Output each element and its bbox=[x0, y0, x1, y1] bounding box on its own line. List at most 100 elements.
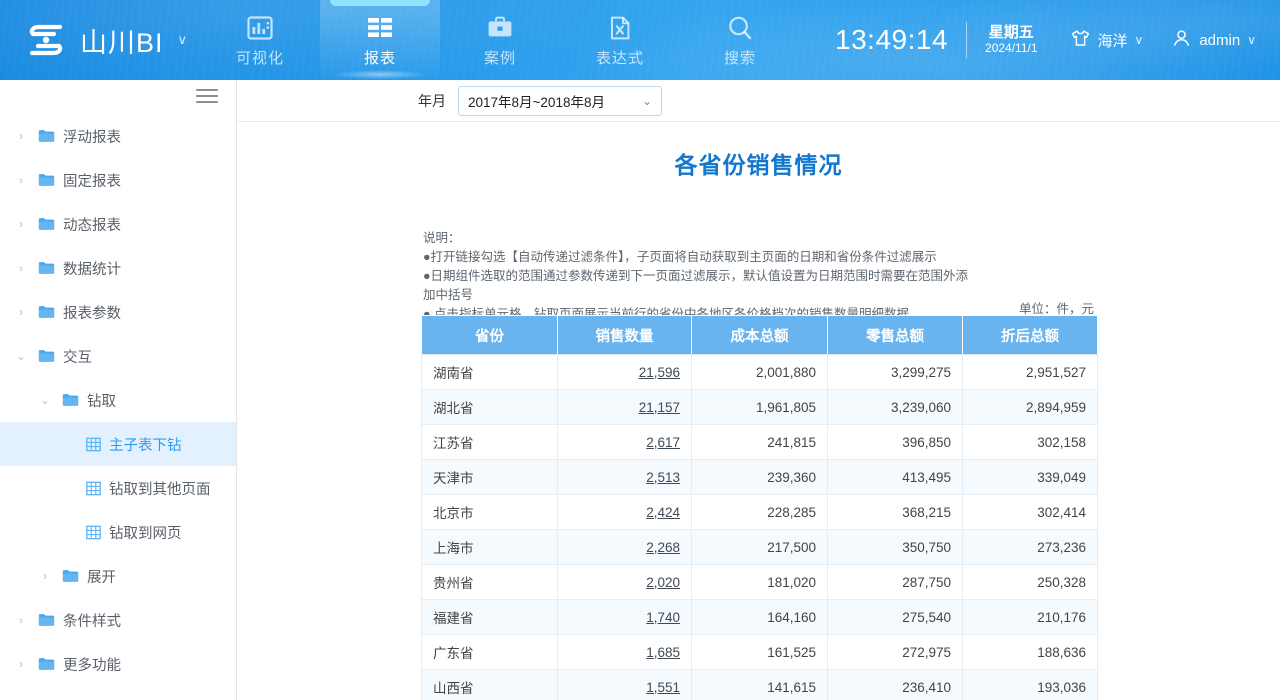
nav-tab-cases[interactable]: 案例 bbox=[440, 0, 560, 80]
hamburger-icon[interactable] bbox=[196, 89, 218, 103]
table-row: 山西省1,551141,615236,410193,036 bbox=[422, 670, 1098, 700]
table-row: 北京市2,424228,285368,215302,414 bbox=[422, 495, 1098, 530]
drilldown-link[interactable]: 1,740 bbox=[646, 610, 680, 625]
sales-table: 省份销售数量成本总额零售总额折后总额 湖南省21,5962,001,8803,2… bbox=[421, 315, 1098, 700]
sidebar-item-7[interactable]: ›主子表下钻 bbox=[0, 422, 236, 466]
folder-icon bbox=[38, 305, 55, 319]
table-row: 福建省1,740164,160275,540210,176 bbox=[422, 600, 1098, 635]
grid-icon bbox=[86, 525, 101, 540]
year-month-select[interactable]: 2017年8月~2018年8月 ⌄ bbox=[458, 86, 662, 116]
folder-icon bbox=[38, 261, 55, 275]
description-line-3: 加中括号 bbox=[423, 286, 968, 305]
sidebar-item-3[interactable]: ›数据统计 bbox=[0, 246, 236, 290]
sidebar-item-6[interactable]: ⌄钻取 bbox=[0, 378, 236, 422]
cell-amount: 350,750 bbox=[828, 530, 963, 565]
cell-amount: 236,410 bbox=[828, 670, 963, 700]
cell-amount: 302,158 bbox=[963, 425, 1098, 460]
date-label: 2024/11/1 bbox=[985, 42, 1038, 56]
cell-province: 湖南省 bbox=[422, 355, 558, 390]
cell-province: 江苏省 bbox=[422, 425, 558, 460]
table-grid-icon bbox=[366, 12, 394, 42]
drilldown-link[interactable]: 21,596 bbox=[639, 365, 680, 380]
cell-amount: 1,961,805 bbox=[692, 390, 828, 425]
cell-amount: 275,540 bbox=[828, 600, 963, 635]
table-body: 湖南省21,5962,001,8803,299,2752,951,527湖北省2… bbox=[422, 355, 1098, 700]
report-area: 各省份销售情况 说明：●打开链接勾选【自动传递过滤条件】，子页面将自动获取到主页… bbox=[237, 122, 1280, 700]
sidebar-item-0[interactable]: ›浮动报表 bbox=[0, 114, 236, 158]
sidebar-item-5[interactable]: ⌄交互 bbox=[0, 334, 236, 378]
folder-icon bbox=[62, 569, 79, 583]
chevron-down-icon[interactable]: ∨ bbox=[178, 32, 188, 48]
drilldown-link[interactable]: 2,424 bbox=[646, 505, 680, 520]
drilldown-link[interactable]: 2,513 bbox=[646, 470, 680, 485]
drilldown-link[interactable]: 21,157 bbox=[639, 400, 680, 415]
top-header-bar: 山川BI ∨ 可视化 bbox=[0, 0, 1280, 80]
column-header-1: 销售数量 bbox=[558, 316, 692, 355]
sidebar-item-label: 更多功能 bbox=[63, 654, 121, 675]
drilldown-link[interactable]: 2,020 bbox=[646, 575, 680, 590]
sidebar-item-10[interactable]: ›展开 bbox=[0, 554, 236, 598]
sidebar-item-label: 动态报表 bbox=[63, 214, 121, 235]
drilldown-link[interactable]: 1,685 bbox=[646, 645, 680, 660]
chevron-right-icon[interactable]: › bbox=[14, 305, 28, 319]
chevron-right-icon[interactable]: › bbox=[14, 261, 28, 275]
drilldown-link[interactable]: 2,268 bbox=[646, 540, 680, 555]
chevron-right-icon[interactable]: › bbox=[14, 657, 28, 671]
sidebar-item-11[interactable]: ›条件样式 bbox=[0, 598, 236, 642]
folder-icon bbox=[38, 129, 55, 143]
sidebar-item-12[interactable]: › 更多功能 bbox=[0, 642, 236, 686]
briefcase-icon bbox=[486, 12, 514, 42]
sidebar-item-9[interactable]: ›钻取到网页 bbox=[0, 510, 236, 554]
search-icon bbox=[726, 12, 754, 42]
table-row: 江苏省2,617241,815396,850302,158 bbox=[422, 425, 1098, 460]
user-label: admin bbox=[1199, 32, 1240, 49]
cell-amount: 188,636 bbox=[963, 635, 1098, 670]
chevron-right-icon[interactable]: › bbox=[38, 569, 52, 583]
main-content: 年月 2017年8月~2018年8月 ⌄ 各省份销售情况 说明：●打开链接勾选【… bbox=[237, 80, 1280, 700]
nav-tab-search[interactable]: 搜索 bbox=[680, 0, 800, 80]
cell-amount: 413,495 bbox=[828, 460, 963, 495]
chevron-right-icon[interactable]: › bbox=[14, 217, 28, 231]
cell-amount: 210,176 bbox=[963, 600, 1098, 635]
cell-amount: 161,525 bbox=[692, 635, 828, 670]
nav-tab-visualization[interactable]: 可视化 bbox=[200, 0, 320, 80]
chevron-down-icon[interactable]: ⌄ bbox=[38, 393, 52, 407]
cell-amount: 396,850 bbox=[828, 425, 963, 460]
theme-switcher-button[interactable]: 海洋 ∨ bbox=[1056, 28, 1158, 52]
drilldown-link[interactable]: 2,617 bbox=[646, 435, 680, 450]
cell-amount: 228,285 bbox=[692, 495, 828, 530]
sidebar-item-4[interactable]: ›报表参数 bbox=[0, 290, 236, 334]
drilldown-link[interactable]: 1,551 bbox=[646, 680, 680, 695]
chevron-right-icon[interactable]: › bbox=[14, 173, 28, 187]
brand-logo-button[interactable]: 山川BI ∨ bbox=[14, 0, 197, 80]
description-line-2: ●日期组件选取的范围通过参数传递到下一页面过滤展示，默认值设置为日期范围时需要在… bbox=[423, 267, 968, 286]
nav-tab-label: 可视化 bbox=[236, 47, 284, 68]
shirt-icon bbox=[1070, 28, 1091, 52]
user-menu-button[interactable]: admin ∨ bbox=[1157, 28, 1270, 52]
sidebar-item-8[interactable]: ›钻取到其他页面 bbox=[0, 466, 236, 510]
cell-amount: 239,360 bbox=[692, 460, 828, 495]
nav-tab-report[interactable]: 报表 bbox=[320, 0, 440, 80]
cell-amount: 302,414 bbox=[963, 495, 1098, 530]
cell-amount: 3,239,060 bbox=[828, 390, 963, 425]
cell-province: 天津市 bbox=[422, 460, 558, 495]
year-month-value: 2017年8月~2018年8月 bbox=[468, 91, 605, 111]
cell-amount: 217,500 bbox=[692, 530, 828, 565]
grid-icon bbox=[86, 437, 101, 452]
cell-province: 湖北省 bbox=[422, 390, 558, 425]
description-line-1: ●打开链接勾选【自动传递过滤条件】，子页面将自动获取到主页面的日期和省份条件过滤… bbox=[423, 248, 968, 267]
cell-province: 福建省 bbox=[422, 600, 558, 635]
cell-quantity: 1,685 bbox=[558, 635, 692, 670]
sidebar-item-label: 钻取到其他页面 bbox=[109, 478, 211, 499]
cell-quantity: 2,268 bbox=[558, 530, 692, 565]
cell-quantity: 2,424 bbox=[558, 495, 692, 530]
sidebar-item-1[interactable]: ›固定报表 bbox=[0, 158, 236, 202]
chevron-right-icon[interactable]: › bbox=[14, 613, 28, 627]
chevron-down-icon[interactable]: ⌄ bbox=[14, 349, 28, 363]
chevron-right-icon[interactable]: › bbox=[14, 129, 28, 143]
sidebar-item-2[interactable]: › 动态报表 bbox=[0, 202, 236, 246]
cell-province: 贵州省 bbox=[422, 565, 558, 600]
table-row: 天津市2,513239,360413,495339,049 bbox=[422, 460, 1098, 495]
nav-tab-expression[interactable]: 表达式 bbox=[560, 0, 680, 80]
filter-bar: 年月 2017年8月~2018年8月 ⌄ bbox=[237, 80, 1280, 122]
